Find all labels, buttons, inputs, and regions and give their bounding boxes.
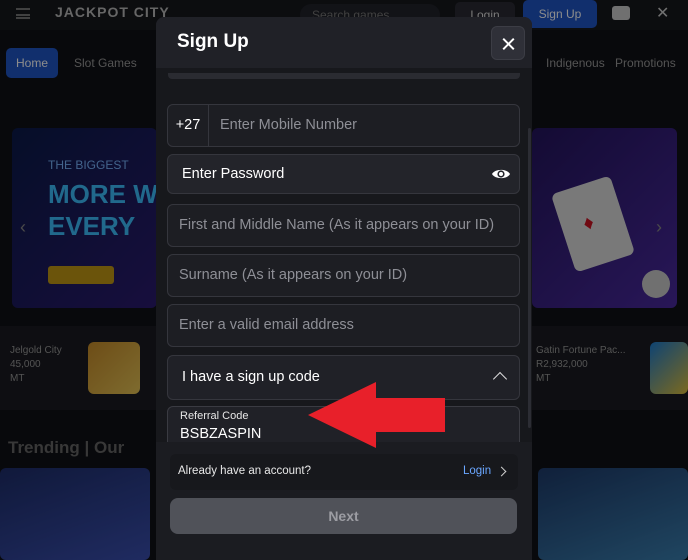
login-link[interactable]: Login xyxy=(463,465,491,477)
login-question: Already have an account? xyxy=(178,465,311,477)
surname-placeholder: Surname (As it appears on your ID) xyxy=(179,267,408,283)
scrolled-field-edge xyxy=(168,73,520,79)
mobile-number-placeholder: Enter Mobile Number xyxy=(220,117,357,133)
close-button[interactable] xyxy=(491,26,525,60)
email-field[interactable]: Enter a valid email address xyxy=(167,304,520,347)
modal-title: Sign Up xyxy=(177,31,249,52)
referral-code-label: Referral Code xyxy=(180,410,249,422)
first-name-placeholder: First and Middle Name (As it appears on … xyxy=(179,217,495,233)
next-button[interactable]: Next xyxy=(170,498,517,534)
modal-footer: Already have an account? Login Next xyxy=(156,442,532,560)
first-name-field[interactable]: First and Middle Name (As it appears on … xyxy=(167,204,520,247)
email-placeholder: Enter a valid email address xyxy=(179,317,354,333)
chevron-right-icon[interactable] xyxy=(496,466,507,477)
signup-code-label: I have a sign up code xyxy=(182,369,320,385)
scrollbar[interactable] xyxy=(528,128,531,428)
mobile-number-field[interactable]: +27 Enter Mobile Number xyxy=(167,104,520,147)
red-arrow-annotation xyxy=(308,382,445,448)
surname-field[interactable]: Surname (As it appears on your ID) xyxy=(167,254,520,297)
referral-code-value[interactable]: BSBZASPIN xyxy=(180,426,261,442)
modal-header: Sign Up xyxy=(156,17,532,68)
password-placeholder: Enter Password xyxy=(182,166,285,182)
country-code[interactable]: +27 xyxy=(168,105,209,146)
eye-icon[interactable] xyxy=(491,167,511,181)
password-field[interactable]: Enter Password xyxy=(167,154,520,194)
signup-modal: Sign Up +27 Enter Mobile Number Enter Pa… xyxy=(156,17,532,560)
chevron-up-icon[interactable] xyxy=(492,371,508,387)
login-prompt: Already have an account? Login xyxy=(170,454,518,490)
